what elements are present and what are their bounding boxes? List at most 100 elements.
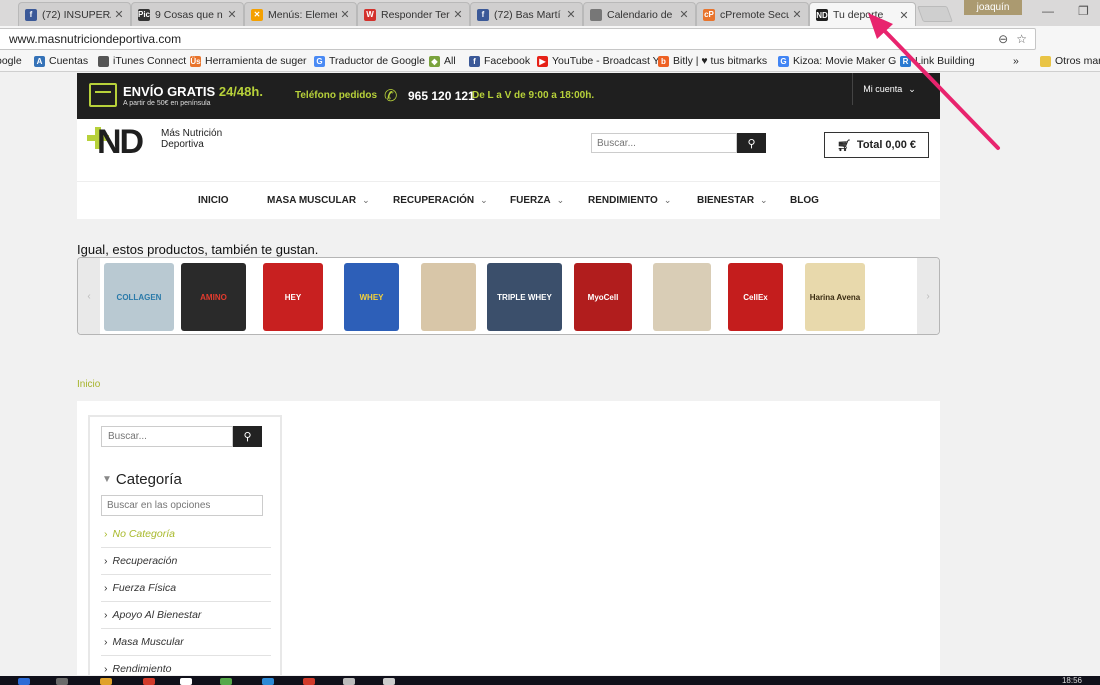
- close-icon[interactable]: ✕: [227, 8, 237, 21]
- taskbar-app-icon[interactable]: [180, 678, 192, 685]
- browser-tab[interactable]: ND Tu deporte ✕: [809, 2, 916, 27]
- zoom-icon[interactable]: ⊖: [998, 32, 1008, 46]
- chevron-down-icon: ⌄: [760, 195, 768, 205]
- bookmark-label: Herramienta de suger: [205, 55, 307, 67]
- nav-item[interactable]: RENDIMIENTO ⌄: [588, 195, 671, 206]
- phone-icon: ✆: [384, 88, 398, 105]
- taskbar-app-icon[interactable]: [262, 678, 274, 685]
- category-item[interactable]: › Fuerza Física: [101, 575, 271, 602]
- tab-title: Responder Ter: [381, 8, 450, 21]
- nav-item[interactable]: BIENESTAR ⌄: [697, 195, 768, 206]
- nav-item[interactable]: INICIO: [198, 195, 229, 206]
- omnibox[interactable]: www.masnutriciondeportiva.com ⊖ ☆: [0, 28, 1036, 50]
- bookmark-item[interactable]: A Cuentas: [34, 55, 88, 67]
- close-icon[interactable]: ✕: [114, 8, 124, 21]
- product-thumbnail[interactable]: TRIPLE WHEY: [487, 263, 562, 331]
- breadcrumb-home[interactable]: Inicio: [77, 379, 100, 390]
- options-search-input[interactable]: [101, 495, 263, 516]
- tab-title: Tu deporte: [833, 9, 884, 21]
- nav-item[interactable]: MASA MUSCULAR ⌄: [267, 195, 370, 206]
- product-thumbnail[interactable]: HEY: [263, 263, 323, 331]
- bookmark-icon: ◆: [429, 55, 440, 67]
- bookmark-item[interactable]: ◆ All: [429, 55, 456, 67]
- phone-number[interactable]: 965 120 121: [408, 89, 475, 103]
- taskbar-app-icon[interactable]: [100, 678, 112, 685]
- taskbar-app-icon[interactable]: [220, 678, 232, 685]
- category-label: No Categoría: [112, 528, 175, 540]
- close-icon[interactable]: ✕: [566, 8, 576, 21]
- product-thumbnail[interactable]: MyoCell: [574, 263, 632, 331]
- product-thumbnail[interactable]: WHEY: [344, 263, 399, 331]
- bookmark-item[interactable]: f Facebook: [469, 55, 530, 67]
- close-icon[interactable]: ✕: [792, 8, 802, 21]
- category-item[interactable]: › Apoyo Al Bienestar: [101, 602, 271, 629]
- close-icon[interactable]: ✕: [679, 8, 689, 21]
- nav-label: FUERZA: [510, 195, 551, 206]
- header-search-button[interactable]: ⚲: [737, 133, 766, 153]
- product-label: Harina Avena: [809, 292, 861, 302]
- bookmark-item[interactable]: iTunes Connect: [98, 55, 186, 67]
- product-thumbnail[interactable]: CellEx: [728, 263, 783, 331]
- nav-item[interactable]: RECUPERACIÓN ⌄: [393, 195, 488, 206]
- bookmark-item[interactable]: ▶ YouTube - Broadcast Y: [537, 55, 660, 67]
- taskbar-app-icon[interactable]: [383, 678, 395, 685]
- carousel-prev-button[interactable]: ‹: [78, 258, 100, 334]
- close-icon[interactable]: ✕: [899, 9, 909, 22]
- browser-tab[interactable]: f (72) Bas Martí ✕: [470, 2, 583, 26]
- nav-item[interactable]: FUERZA ⌄: [510, 195, 564, 206]
- bookmark-item[interactable]: Otros marc: [1040, 55, 1100, 67]
- bookmark-item[interactable]: R Link Building: [900, 55, 975, 67]
- my-account-menu[interactable]: Mi cuenta ⌄: [852, 73, 926, 105]
- restore-icon[interactable]: ❐: [1078, 4, 1089, 18]
- browser-tab[interactable]: f (72) INSUPERA ✕: [18, 2, 131, 26]
- browser-tab[interactable]: Pic 9 Cosas que n ✕: [131, 2, 244, 26]
- chevron-right-icon: ›: [926, 290, 930, 302]
- category-item[interactable]: › Recuperación: [101, 548, 271, 575]
- taskbar-app-icon[interactable]: [343, 678, 355, 685]
- category-item[interactable]: › Masa Muscular: [101, 629, 271, 656]
- profile-button[interactable]: joaquín: [964, 0, 1022, 15]
- close-icon[interactable]: ✕: [340, 8, 350, 21]
- header-search-input[interactable]: [591, 133, 737, 153]
- product-thumbnail[interactable]: Harina Avena: [805, 263, 865, 331]
- breadcrumb[interactable]: Inicio: [77, 379, 100, 390]
- browser-tab[interactable]: Calendario de ✕: [583, 2, 696, 26]
- category-item[interactable]: › No Categoría: [101, 521, 271, 548]
- url-text[interactable]: www.masnutriciondeportiva.com: [9, 32, 181, 46]
- bookmark-star-icon[interactable]: ☆: [1016, 32, 1027, 46]
- category-heading[interactable]: ▼ Categoría: [102, 471, 182, 488]
- new-tab-button[interactable]: [917, 6, 953, 22]
- browser-tab[interactable]: cP cPremote Secu ✕: [696, 2, 809, 26]
- chevron-right-icon: ›: [104, 663, 108, 675]
- bookmark-item[interactable]: G Traductor de Google: [314, 55, 425, 67]
- product-label: COLLAGEN: [116, 292, 162, 302]
- nav-item[interactable]: BLOG: [790, 195, 819, 206]
- taskbar-app-icon[interactable]: [56, 678, 68, 685]
- bookmark-item[interactable]: G Kizoa: Movie Maker G: [778, 55, 896, 67]
- product-thumbnail[interactable]: COLLAGEN: [104, 263, 174, 331]
- carousel-next-button[interactable]: ›: [917, 258, 939, 334]
- product-thumbnail[interactable]: AMINO: [181, 263, 246, 331]
- apple-icon: [590, 8, 602, 21]
- browser-tab[interactable]: ✕ Menús: Elemen ✕: [244, 2, 357, 26]
- sidebar-search-button[interactable]: ⚲: [233, 426, 262, 447]
- product-thumbnail[interactable]: [653, 263, 711, 331]
- taskbar-app-icon[interactable]: [18, 678, 30, 685]
- bookmark-icon: f: [469, 55, 480, 67]
- minimize-icon[interactable]: —: [1042, 4, 1054, 18]
- bookmark-item[interactable]: b Bitly | ♥ tus bitmarks: [658, 55, 767, 67]
- bookmark-item[interactable]: oogle: [0, 55, 22, 67]
- taskbar-app-icon[interactable]: [303, 678, 315, 685]
- bookmark-label: YouTube - Broadcast Y: [552, 55, 660, 67]
- bookmark-label: iTunes Connect: [113, 55, 187, 67]
- cart-button[interactable]: 🛒︎ Total 0,00 €: [824, 132, 929, 158]
- browser-tab[interactable]: W Responder Ter ✕: [357, 2, 470, 26]
- bookmark-item[interactable]: »: [1013, 55, 1019, 67]
- bookmark-item[interactable]: Üs Herramienta de suger: [190, 55, 307, 67]
- taskbar-app-icon[interactable]: [143, 678, 155, 685]
- product-thumbnail[interactable]: [421, 263, 476, 331]
- sidebar-search-input[interactable]: [101, 426, 233, 447]
- chevron-down-icon: ⌄: [663, 195, 672, 205]
- close-icon[interactable]: ✕: [453, 8, 463, 21]
- category-item[interactable]: › Rendimiento: [101, 656, 271, 675]
